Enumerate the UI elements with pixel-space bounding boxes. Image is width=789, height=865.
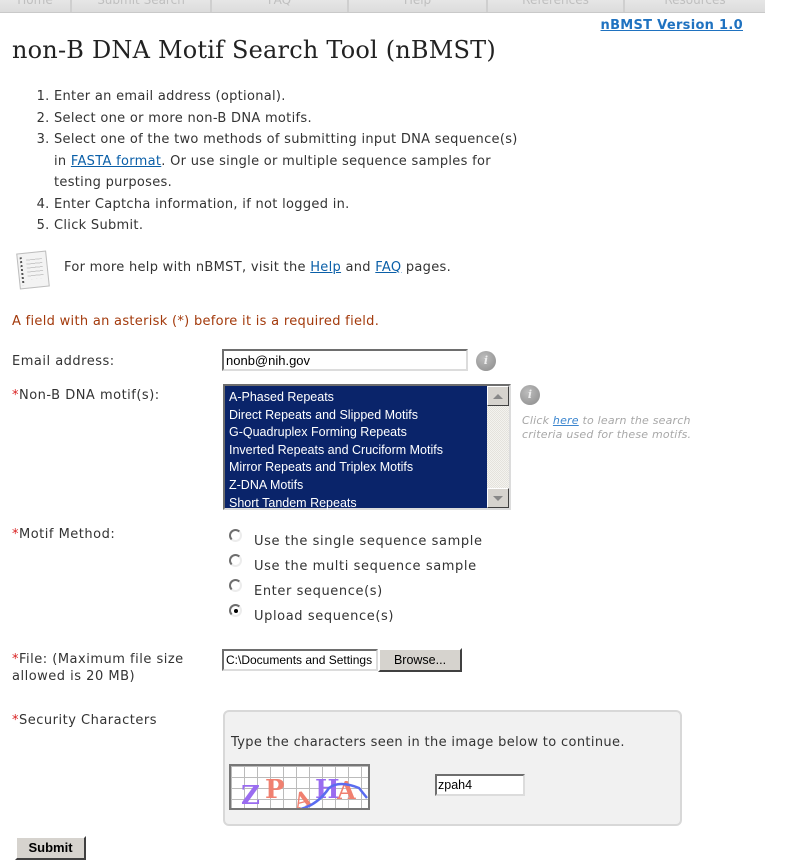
- radio-button[interactable]: [229, 579, 242, 592]
- motif-options: A-Phased Repeats Direct Repeats and Slip…: [225, 386, 487, 510]
- instruction-step: Enter an email address (optional).: [54, 86, 534, 108]
- captcha-glyph: A: [336, 776, 356, 805]
- faq-link[interactable]: FAQ: [375, 260, 401, 275]
- scroll-down-button[interactable]: [487, 488, 509, 508]
- email-field[interactable]: [222, 349, 468, 371]
- version-link[interactable]: nBMST Version 1.0: [601, 18, 743, 33]
- browse-button[interactable]: Browse...: [378, 648, 462, 672]
- motif-option[interactable]: G-Quadruplex Forming Repeats: [229, 424, 487, 442]
- motif-option[interactable]: Z-DNA Motifs: [229, 477, 487, 495]
- instruction-step: Select one or more non-B DNA motifs.: [54, 108, 534, 130]
- page-title: non-B DNA Motif Search Tool (nBMST): [12, 36, 496, 64]
- motif-option[interactable]: A-Phased Repeats: [229, 389, 487, 407]
- motif-method-label: *Motif Method:: [12, 527, 116, 542]
- radio-upload-sequence[interactable]: Upload sequence(s): [229, 601, 483, 626]
- motif-method-radio-group: Use the single sequence sample Use the m…: [229, 526, 483, 626]
- captcha-glyph: A: [290, 785, 315, 810]
- document-icon: [12, 250, 52, 290]
- instruction-step: Click Submit.: [54, 215, 534, 237]
- instruction-step: Enter Captcha information, if not logged…: [54, 194, 534, 216]
- submit-button[interactable]: Submit: [15, 836, 86, 860]
- captcha-glyph: P: [265, 775, 285, 805]
- help-text: For more help with nBMST, visit the Help…: [64, 260, 451, 275]
- required-asterisk: *: [12, 527, 19, 542]
- file-label: *File: (Maximum file size allowed is 20 M…: [12, 652, 184, 684]
- motif-multiselect[interactable]: A-Phased Repeats Direct Repeats and Slip…: [223, 384, 511, 510]
- captcha-glyphs: Z P A H A: [241, 775, 368, 810]
- captcha-panel: Type the characters seen in the image be…: [223, 710, 682, 826]
- arrow-down-icon: [493, 495, 503, 501]
- required-asterisk: *: [12, 388, 19, 403]
- motif-option[interactable]: Inverted Repeats and Cruciform Motifs: [229, 442, 487, 460]
- motifs-label: *Non-B DNA motif(s):: [12, 388, 160, 403]
- captcha-glyph: Z: [241, 781, 260, 810]
- file-path-field[interactable]: C:\Documents and Settings: [222, 649, 378, 671]
- required-asterisk: *: [12, 713, 19, 728]
- email-info-icon[interactable]: i: [476, 351, 496, 371]
- tab-submit-search[interactable]: Submit Search: [72, 0, 212, 12]
- motif-info-icon[interactable]: i: [520, 385, 540, 405]
- instructions-list: Enter an email address (optional). Selec…: [30, 86, 534, 237]
- top-nav-tabs: Home Submit Search FAQ Help References R…: [0, 0, 765, 13]
- motif-option[interactable]: Mirror Repeats and Triplex Motifs: [229, 459, 487, 477]
- captcha-field[interactable]: [435, 774, 525, 796]
- search-criteria-link[interactable]: here: [553, 414, 579, 427]
- required-field-note: A field with an asterisk (*) before it i…: [12, 314, 380, 329]
- motif-option[interactable]: Direct Repeats and Slipped Motifs: [229, 407, 487, 425]
- required-asterisk: *: [12, 652, 19, 667]
- radio-button-checked[interactable]: [229, 604, 242, 617]
- email-label: Email address:: [12, 354, 115, 369]
- radio-enter-sequence[interactable]: Enter sequence(s): [229, 576, 483, 601]
- motif-hint: Click here to learn the search criteria …: [522, 414, 692, 441]
- help-link[interactable]: Help: [310, 260, 341, 275]
- captcha-prompt: Type the characters seen in the image be…: [231, 735, 625, 750]
- radio-multi-sample[interactable]: Use the multi sequence sample: [229, 551, 483, 576]
- scroll-up-button[interactable]: [487, 386, 509, 406]
- radio-button[interactable]: [229, 529, 242, 542]
- tab-help[interactable]: Help: [349, 0, 488, 12]
- arrow-up-icon: [493, 393, 503, 399]
- tab-home[interactable]: Home: [0, 0, 72, 12]
- security-label: *Security Characters: [12, 713, 157, 728]
- help-row: For more help with nBMST, visit the Help…: [12, 250, 451, 290]
- tab-faq[interactable]: FAQ: [212, 0, 349, 12]
- captcha-image: Z P A H A: [229, 764, 370, 810]
- radio-button[interactable]: [229, 554, 242, 567]
- tab-resources[interactable]: Resources: [625, 0, 765, 12]
- instruction-step: Select one of the two methods of submitt…: [54, 129, 534, 194]
- motif-option[interactable]: Short Tandem Repeats: [229, 495, 487, 513]
- tab-references[interactable]: References: [488, 0, 625, 12]
- motif-scrollbar[interactable]: [487, 386, 509, 508]
- radio-single-sample[interactable]: Use the single sequence sample: [229, 526, 483, 551]
- fasta-format-link[interactable]: FASTA format: [71, 154, 161, 169]
